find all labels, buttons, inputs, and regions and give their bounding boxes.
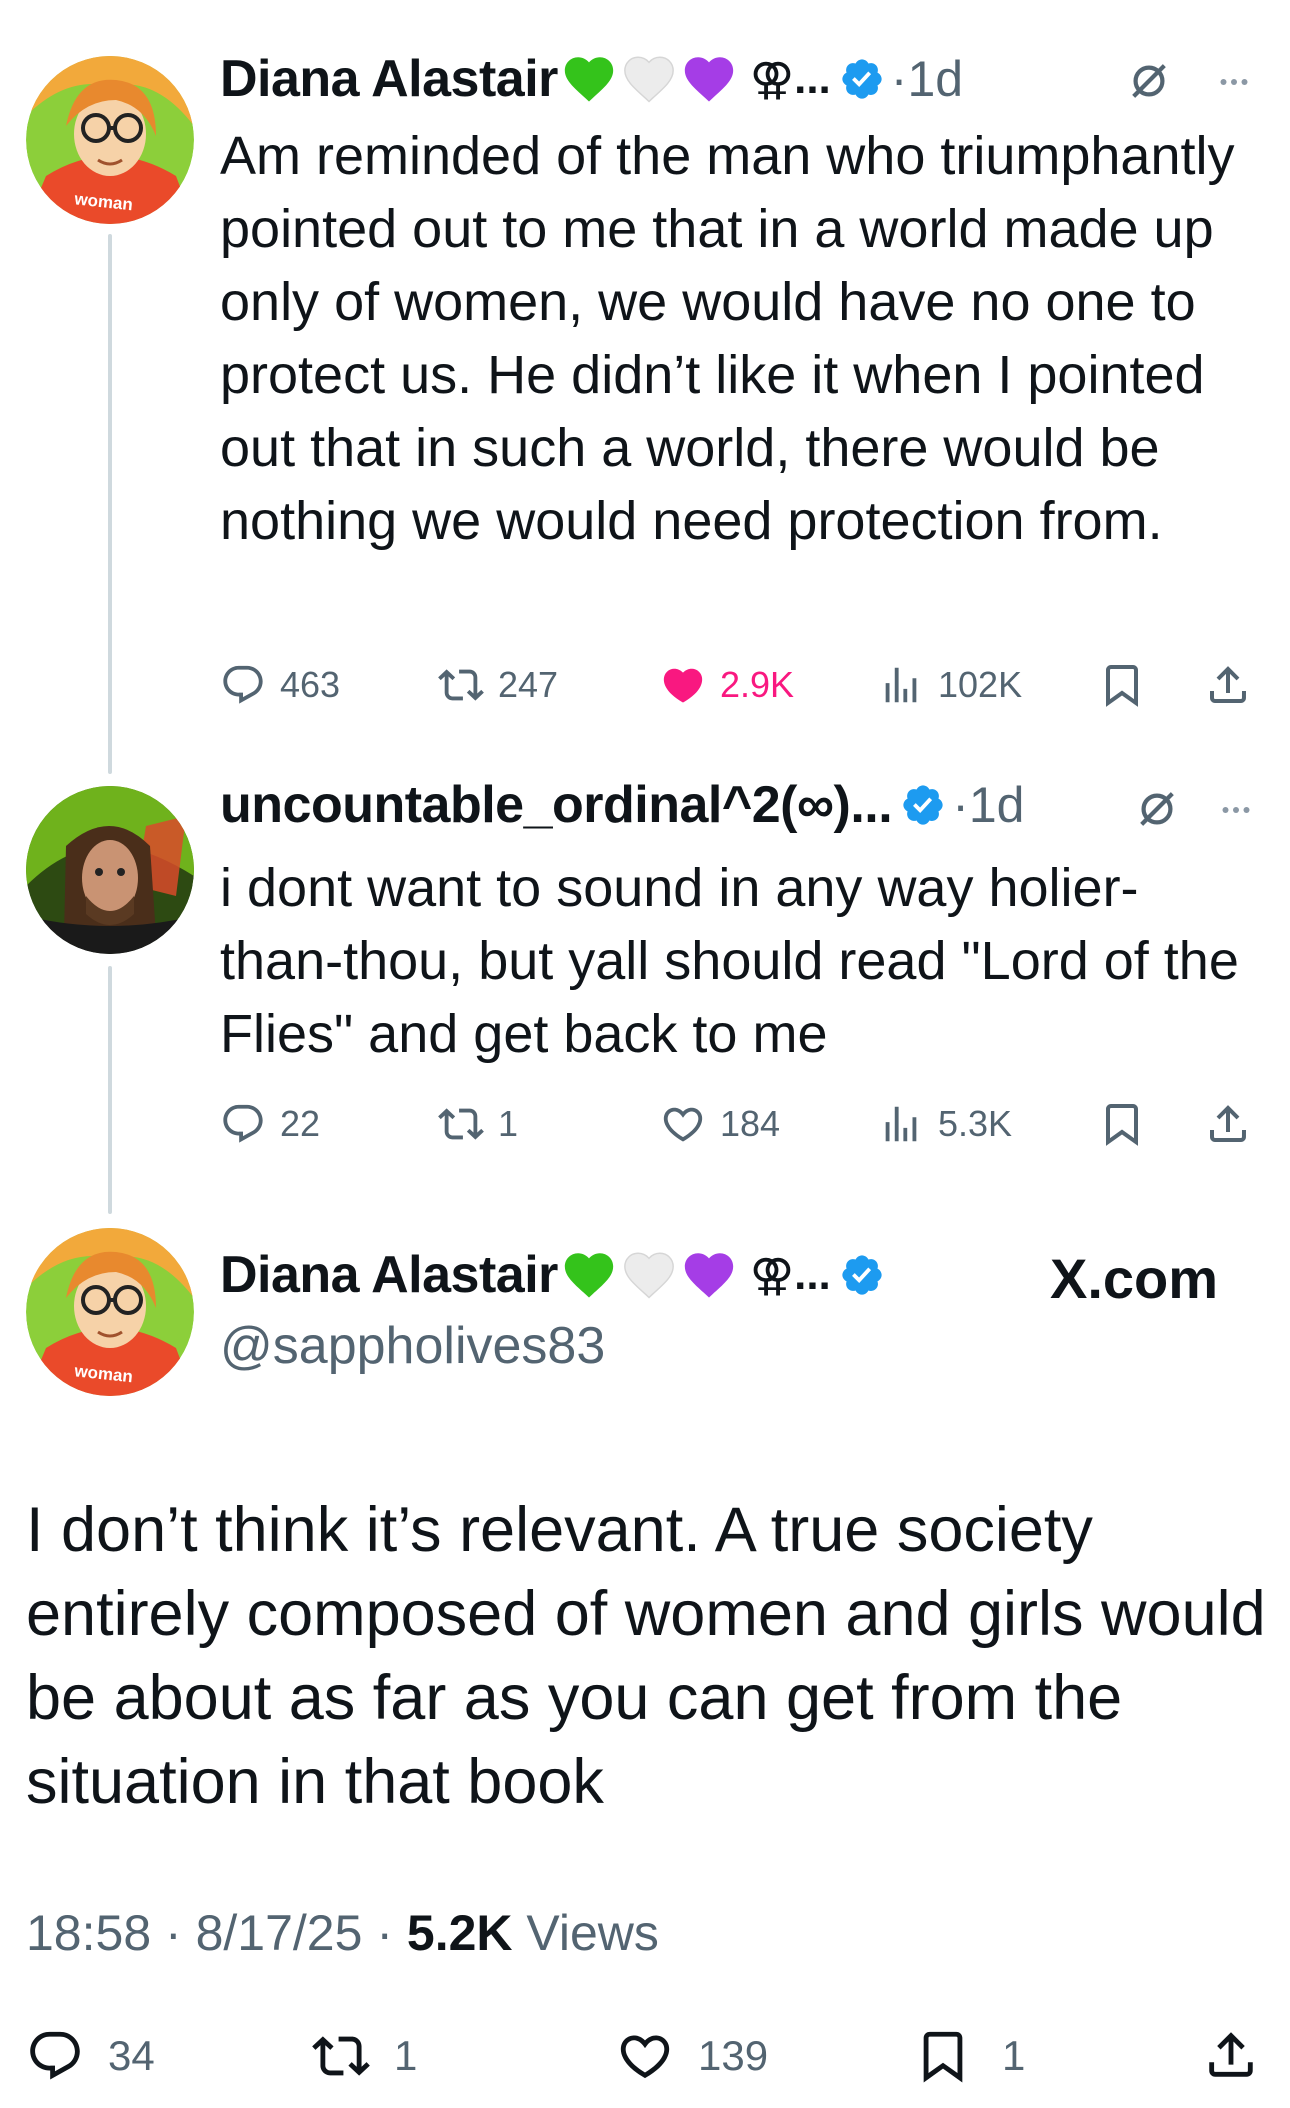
like-count: 2.9K: [720, 664, 795, 705]
verified-badge-icon: [839, 56, 885, 102]
tweet-header: uncountable_ordinal^2(∞)... · 1d: [220, 770, 1024, 840]
tweet-age[interactable]: 1d: [907, 50, 963, 108]
separator: ·: [165, 1905, 182, 1961]
dot-separator: ·: [890, 51, 908, 107]
tweet-header: Diana Alastair ⚢ ... · 1d: [220, 44, 963, 114]
repost-count: 1: [394, 2032, 418, 2079]
heart-icon: [616, 2027, 674, 2085]
thread-line: [108, 966, 112, 1214]
like-count: 139: [698, 2032, 769, 2079]
reply-count: 463: [280, 664, 341, 705]
reply-count: 22: [280, 1103, 321, 1144]
views-button[interactable]: 5.3K: [878, 1094, 1012, 1154]
green-heart-icon: [560, 1246, 618, 1304]
display-name[interactable]: uncountable_ordinal^2(∞)...: [220, 775, 893, 835]
views-label: Views: [526, 1905, 659, 1961]
tweet-text: Am reminded of the man who triumphantly …: [220, 126, 1235, 551]
handle[interactable]: @sappholives83: [220, 1316, 605, 1376]
share-icon[interactable]: [1204, 1098, 1252, 1150]
heart-filled-icon: [660, 662, 706, 708]
tweet-text: i dont want to sound in any way holier-t…: [220, 858, 1239, 1064]
share-icon[interactable]: [1204, 659, 1252, 711]
timestamp-row: 18:58 · 8/17/25 · 5.2K Views: [26, 1904, 659, 1962]
name-ellipsis: ...: [794, 1250, 831, 1299]
repost-icon: [438, 662, 484, 708]
repost-icon: [438, 1101, 484, 1147]
like-count: 184: [720, 1103, 781, 1144]
tweet-actions: 22 1 184 5.3K: [220, 1094, 1260, 1154]
bookmark-button[interactable]: 1: [914, 2022, 1025, 2090]
share-icon[interactable]: [1202, 2026, 1260, 2084]
views-icon: [878, 1101, 924, 1147]
reply-button[interactable]: 463: [220, 655, 340, 715]
venus-symbol-icon: ⚢: [749, 1250, 795, 1300]
bookmark-count: 1: [1002, 2032, 1026, 2079]
avatar[interactable]: woman: [26, 56, 194, 224]
views-count: 5.3K: [938, 1103, 1013, 1144]
views-button[interactable]: 102K: [878, 655, 1022, 715]
white-heart-icon: [620, 50, 678, 108]
main-tweet-actions: 34 1 139 1: [26, 2022, 1266, 2090]
separator: ·: [376, 1905, 393, 1961]
like-button[interactable]: 2.9K: [660, 655, 794, 715]
purple-heart-icon: [680, 50, 738, 108]
repost-count: 247: [498, 664, 559, 705]
post-date[interactable]: 8/17/25: [196, 1905, 363, 1961]
more-options-icon[interactable]: [1212, 792, 1260, 828]
like-button[interactable]: 184: [660, 1094, 780, 1154]
thread-line: [108, 234, 112, 774]
display-name[interactable]: Diana Alastair: [220, 1245, 558, 1305]
like-button[interactable]: 139: [616, 2022, 768, 2090]
grok-icon[interactable]: [1126, 58, 1172, 104]
main-tweet-header: Diana Alastair ⚢ ...: [220, 1240, 885, 1310]
reply-button[interactable]: 34: [26, 2022, 155, 2090]
grok-icon[interactable]: [1134, 786, 1180, 832]
repost-button[interactable]: 247: [438, 655, 558, 715]
bookmark-icon[interactable]: [1098, 659, 1146, 711]
main-tweet-text: I don’t think it’s relevant. A true soci…: [26, 1495, 1266, 1817]
reply-count: 34: [108, 2032, 155, 2079]
tweet-age[interactable]: 1d: [969, 776, 1025, 834]
repost-icon: [312, 2027, 370, 2085]
verified-badge-icon: [900, 782, 946, 828]
tweet-actions: 463 247 2.9K 102K: [220, 655, 1260, 715]
venus-symbol-icon: ⚢: [749, 54, 795, 104]
x-com-watermark: X.com: [1050, 1247, 1219, 1310]
name-ellipsis: ...: [794, 54, 831, 103]
reply-button[interactable]: 22: [220, 1094, 320, 1154]
views-icon: [878, 662, 924, 708]
dot-separator: ·: [952, 777, 969, 833]
post-time[interactable]: 18:58: [26, 1905, 151, 1961]
display-name[interactable]: Diana Alastair: [220, 49, 558, 109]
views-count: 102K: [938, 664, 1023, 705]
views-count: 5.2K: [406, 1905, 513, 1961]
repost-count: 1: [498, 1103, 519, 1144]
avatar[interactable]: woman: [26, 1228, 194, 1396]
verified-badge-icon: [839, 1252, 885, 1298]
more-options-icon[interactable]: [1210, 64, 1258, 100]
heart-icon: [660, 1101, 706, 1147]
white-heart-icon: [620, 1246, 678, 1304]
bookmark-icon[interactable]: [1098, 1098, 1146, 1150]
bookmark-icon: [914, 2027, 972, 2085]
reply-icon: [220, 662, 266, 708]
purple-heart-icon: [680, 1246, 738, 1304]
green-heart-icon: [560, 50, 618, 108]
avatar[interactable]: [26, 786, 194, 954]
reply-icon: [26, 2027, 84, 2085]
reply-icon: [220, 1101, 266, 1147]
repost-button[interactable]: 1: [438, 1094, 518, 1154]
repost-button[interactable]: 1: [312, 2022, 417, 2090]
